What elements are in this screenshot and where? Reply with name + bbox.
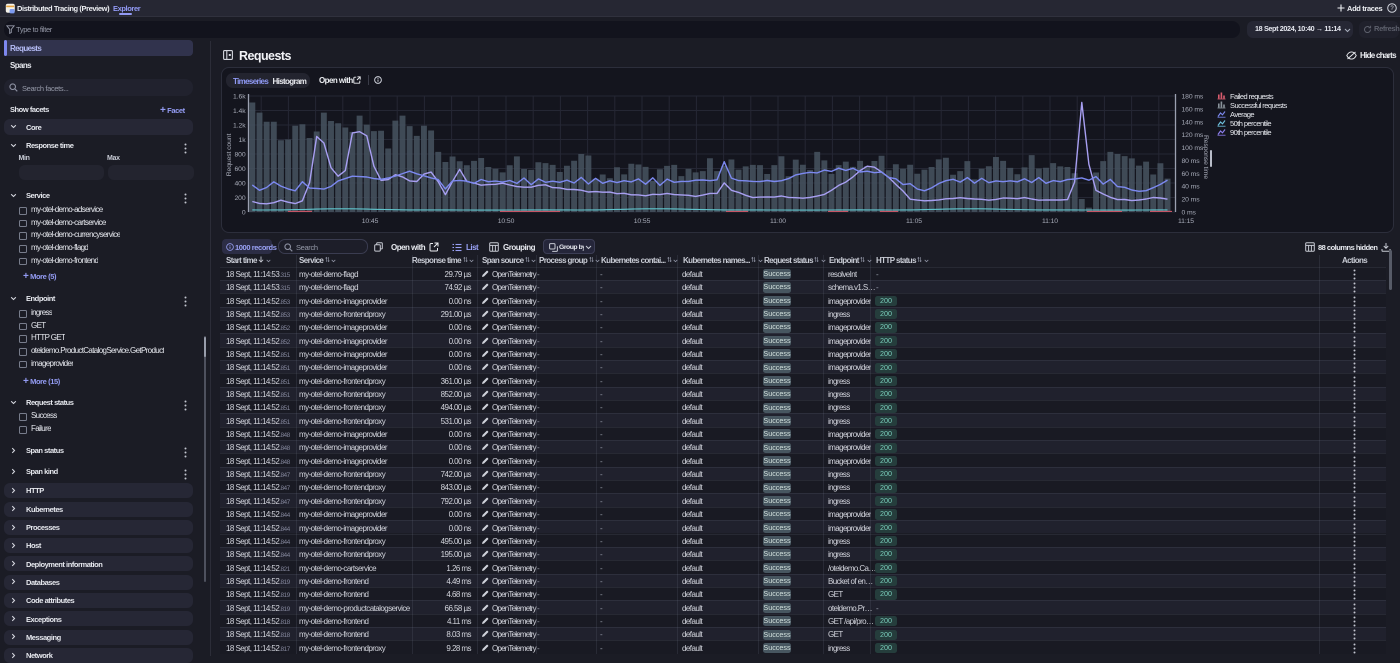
svg-text:11:15: 11:15 [1178,218,1194,225]
svg-text:10:55: 10:55 [634,218,651,225]
svg-text:50th percentile: 50th percentile [1230,119,1271,128]
svg-text:10:45: 10:45 [362,218,379,225]
svg-text:Successful requests: Successful requests [1230,101,1287,110]
svg-text:20 ms: 20 ms [1182,197,1201,204]
svg-text:180 ms: 180 ms [1182,94,1204,101]
svg-text:80 ms: 80 ms [1182,158,1201,165]
svg-text:140 ms: 140 ms [1182,119,1204,126]
svg-text:Average: Average [1230,110,1254,119]
svg-text:100 ms: 100 ms [1182,145,1204,152]
svg-text:Response time: Response time [1202,135,1209,179]
svg-text:800: 800 [234,151,245,158]
svg-text:11:05: 11:05 [906,218,922,225]
svg-text:400: 400 [234,180,245,187]
svg-text:?: ? [1390,6,1394,12]
svg-text:10:50: 10:50 [498,218,515,225]
svg-text:90th percentile: 90th percentile [1230,128,1271,137]
svg-text:600: 600 [234,166,245,173]
svg-text:1.2k: 1.2k [233,122,246,129]
svg-text:200: 200 [234,195,245,202]
svg-text:160 ms: 160 ms [1182,106,1204,113]
svg-text:120 ms: 120 ms [1182,132,1204,139]
svg-text:1.6k: 1.6k [233,93,246,100]
svg-text:40 ms: 40 ms [1182,184,1201,191]
svg-text:Request count: Request count [226,134,233,177]
svg-text:11:00: 11:00 [770,218,786,225]
svg-text:11:10: 11:10 [1042,218,1058,225]
svg-text:60 ms: 60 ms [1182,171,1201,178]
svg-text:Failed requests: Failed requests [1230,92,1274,101]
svg-text:1k: 1k [239,137,247,144]
svg-text:0 ms: 0 ms [1182,210,1197,217]
svg-text:0: 0 [242,209,246,216]
svg-text:1.4k: 1.4k [233,108,246,115]
